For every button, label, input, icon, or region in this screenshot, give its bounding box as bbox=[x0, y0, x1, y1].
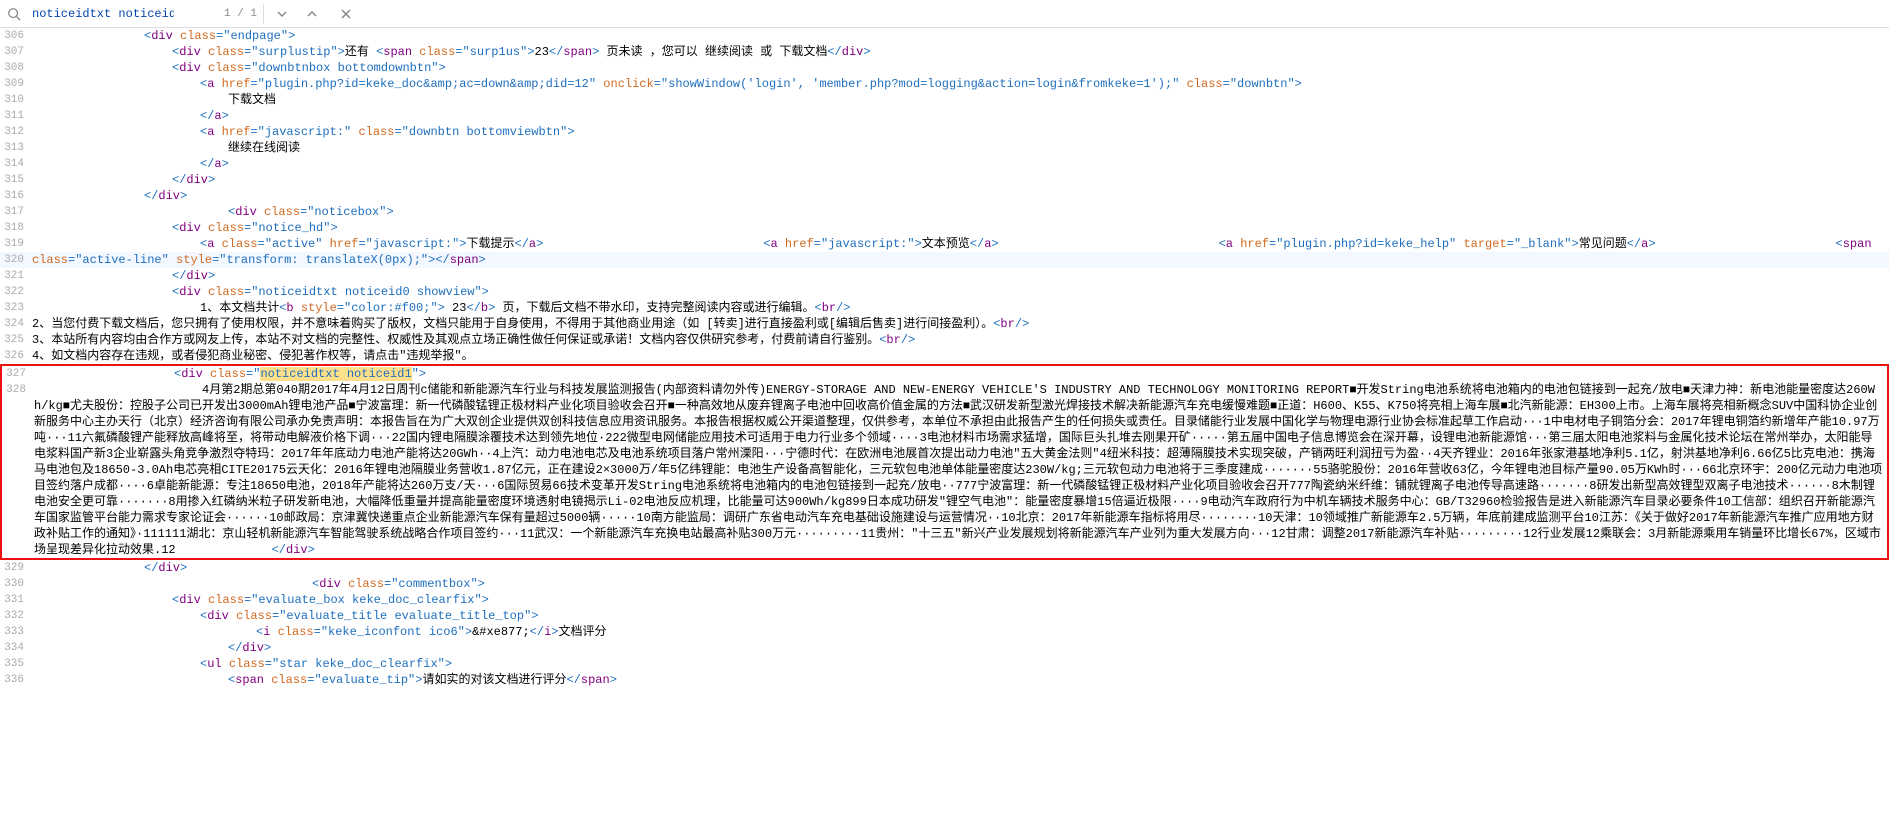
close-icon bbox=[340, 8, 352, 20]
code-line: <div class="surplustip">还有 <span class="… bbox=[32, 44, 1889, 60]
code-line: </a> bbox=[32, 108, 1889, 124]
code-line: <div class="noticeidtxt noticeid1"> bbox=[34, 366, 1887, 382]
line-number: 320 bbox=[0, 252, 32, 268]
line-number: 321 bbox=[0, 268, 32, 284]
search-prev-button[interactable] bbox=[300, 4, 324, 24]
line-number: 315 bbox=[0, 172, 32, 188]
line-number: 334 bbox=[0, 640, 32, 656]
code-line: <div class="commentbox"> bbox=[32, 576, 1889, 592]
code-line: <div class="evaluate_box keke_doc_clearf… bbox=[32, 592, 1889, 608]
code-line: 4月第2期总第040期2017年4月12日周刊c储能和新能源汽车行业与科技发展监… bbox=[34, 382, 1887, 558]
line-number: 333 bbox=[0, 624, 32, 640]
code-line: </div> bbox=[32, 268, 1889, 284]
code-line: <div class="notice_hd"> bbox=[32, 220, 1889, 236]
line-number: 325 bbox=[0, 332, 32, 348]
code-line: </div> bbox=[32, 560, 1889, 576]
code-line: 2、当您付费下载文档后，您只拥有了使用权限，并不意味着购买了版权，文档只能用于自… bbox=[32, 316, 1889, 332]
line-number: 313 bbox=[0, 140, 32, 156]
line-number: 316 bbox=[0, 188, 32, 204]
line-number: 307 bbox=[0, 44, 32, 60]
line-number: 332 bbox=[0, 608, 32, 624]
code-line: 4、如文档内容存在违规，或者侵犯商业秘密、侵犯著作权等，请点击"违规举报"。 bbox=[32, 348, 1889, 364]
search-icon bbox=[6, 7, 22, 21]
line-number: 330 bbox=[0, 576, 32, 592]
line-number: 310 bbox=[0, 92, 32, 108]
code-line: <i class="keke_iconfont ico6">&#xe877;</… bbox=[32, 624, 1889, 640]
search-next-button[interactable] bbox=[270, 4, 294, 24]
code-line: <ul class="star keke_doc_clearfix"> bbox=[32, 656, 1889, 672]
code-line: 3、本站所有内容均由合作方或网友上传，本站不对文档的完整性、权威性及其观点立场正… bbox=[32, 332, 1889, 348]
line-number: 311 bbox=[0, 108, 32, 124]
line-number: 328 bbox=[2, 382, 34, 398]
line-number: 329 bbox=[0, 560, 32, 576]
line-number: 323 bbox=[0, 300, 32, 316]
code-line: <a href="javascript:" class="downbtn bot… bbox=[32, 124, 1889, 140]
line-number: 318 bbox=[0, 220, 32, 236]
line-number: 327 bbox=[2, 366, 34, 382]
code-line: <div class="noticeidtxt noticeid0 showvi… bbox=[32, 284, 1889, 300]
code-line: <div class="noticebox"> bbox=[32, 204, 1889, 220]
line-number: 319 bbox=[0, 236, 32, 252]
code-line: </div> bbox=[32, 188, 1889, 204]
code-line: <div class="downbtnbox bottomdownbtn"> bbox=[32, 60, 1889, 76]
code-line: class="active-line" style="transform: tr… bbox=[32, 252, 1889, 268]
search-input[interactable] bbox=[28, 5, 178, 23]
chevron-down-icon bbox=[276, 8, 288, 20]
code-line: </a> bbox=[32, 156, 1889, 172]
search-result-highlight-region: 327<div class="noticeidtxt noticeid1"> 3… bbox=[0, 364, 1889, 560]
search-bar: 1 / 1 bbox=[0, 0, 1889, 28]
line-number: 322 bbox=[0, 284, 32, 300]
code-line: <span class="evaluate_tip">请如实的对该文档进行评分<… bbox=[32, 672, 1889, 688]
line-number: 324 bbox=[0, 316, 32, 332]
search-count: 1 / 1 bbox=[218, 4, 264, 24]
code-line: 1、本文档共计<b style="color:#f00;"> 23</b> 页，… bbox=[32, 300, 1889, 316]
code-line: <a href="plugin.php?id=keke_doc&amp;ac=d… bbox=[32, 76, 1889, 92]
line-number: 314 bbox=[0, 156, 32, 172]
code-line: 下载文档 bbox=[32, 92, 1889, 108]
code-line: <div class="evaluate_title evaluate_titl… bbox=[32, 608, 1889, 624]
code-line: 继续在线阅读 bbox=[32, 140, 1889, 156]
search-close-button[interactable] bbox=[334, 4, 358, 24]
line-number: 331 bbox=[0, 592, 32, 608]
code-viewer[interactable]: 306<div class="endpage"> 307<div class="… bbox=[0, 28, 1889, 688]
line-number: 309 bbox=[0, 76, 32, 92]
code-line: </div> bbox=[32, 640, 1889, 656]
search-match-highlight: noticeidtxt noticeid1 bbox=[260, 367, 411, 381]
code-line: </div> bbox=[32, 172, 1889, 188]
line-number: 312 bbox=[0, 124, 32, 140]
line-number: 317 bbox=[0, 204, 32, 220]
line-number: 306 bbox=[0, 28, 32, 44]
line-number: 326 bbox=[0, 348, 32, 364]
line-number: 335 bbox=[0, 656, 32, 672]
chevron-up-icon bbox=[306, 8, 318, 20]
line-number: 336 bbox=[0, 672, 32, 688]
code-line: <a class="active" href="javascript:">下载提… bbox=[32, 236, 1889, 252]
code-line: <div class="endpage"> bbox=[32, 28, 1889, 44]
line-number: 308 bbox=[0, 60, 32, 76]
